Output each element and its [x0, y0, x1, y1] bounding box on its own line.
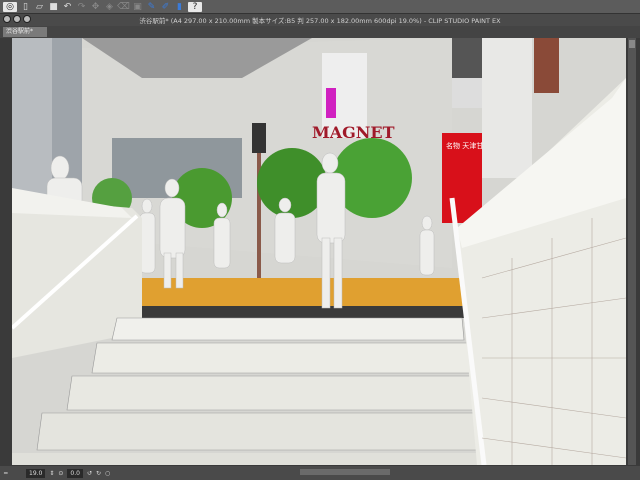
- command-bar: ◎ ▯ ▱ ■ ↶ ↷ ✥ ◈ ⌫ ▣ ✎ ✐ ▮ ?: [0, 0, 640, 14]
- window-buttons: [3, 15, 31, 23]
- eraser-icon[interactable]: ▮: [174, 2, 185, 12]
- rotate-left-icon[interactable]: ↺: [87, 470, 92, 477]
- canvas[interactable]: MAGNET 名物 天津甘: [12, 38, 626, 465]
- zoom-slider[interactable]: ━: [4, 470, 22, 477]
- save-icon[interactable]: ■: [48, 2, 59, 12]
- magnet-sign: MAGNET: [312, 123, 395, 142]
- undo-icon[interactable]: ↶: [62, 2, 73, 12]
- zoom-stepper-icon[interactable]: ⇕: [49, 470, 54, 477]
- rotation-value[interactable]: 0.0: [67, 468, 83, 478]
- maximize-button[interactable]: [23, 15, 31, 23]
- new-file-icon[interactable]: ▯: [20, 2, 31, 12]
- tree: [257, 148, 327, 218]
- brush-icon[interactable]: ✐: [160, 2, 171, 12]
- fit-icon[interactable]: ⊙: [58, 470, 63, 477]
- fill-icon[interactable]: ◈: [104, 2, 115, 12]
- vertical-scrollbar[interactable]: [628, 38, 636, 465]
- zoom-value[interactable]: 19.0: [26, 468, 46, 478]
- clear-icon[interactable]: ⌫: [117, 2, 130, 12]
- close-button[interactable]: [3, 15, 11, 23]
- tab-bar: 渋谷駅前*: [0, 26, 640, 38]
- tab-document[interactable]: 渋谷駅前*: [3, 27, 47, 37]
- minimize-button[interactable]: [13, 15, 21, 23]
- scroll-thumb[interactable]: [629, 40, 635, 48]
- horizontal-scrollbar[interactable]: [300, 469, 390, 475]
- layer-icon[interactable]: ▣: [132, 2, 143, 12]
- view-icon[interactable]: ◎: [3, 1, 17, 12]
- redo-icon[interactable]: ↷: [76, 2, 87, 12]
- pen-icon[interactable]: ✎: [146, 2, 157, 12]
- scene-illustration: MAGNET 名物 天津甘: [12, 38, 626, 465]
- transform-icon[interactable]: ✥: [90, 2, 101, 12]
- open-icon[interactable]: ▱: [34, 2, 45, 12]
- help-icon[interactable]: ?: [188, 1, 202, 12]
- window-title: 渋谷駅前* (A4 297.00 x 210.00mm 製本サイズ:B5 判 2…: [0, 14, 640, 26]
- reset-rotation-icon[interactable]: ○: [105, 470, 110, 477]
- svg-text:名物 天津甘: 名物 天津甘: [446, 141, 483, 150]
- rotate-right-icon[interactable]: ↻: [96, 470, 101, 477]
